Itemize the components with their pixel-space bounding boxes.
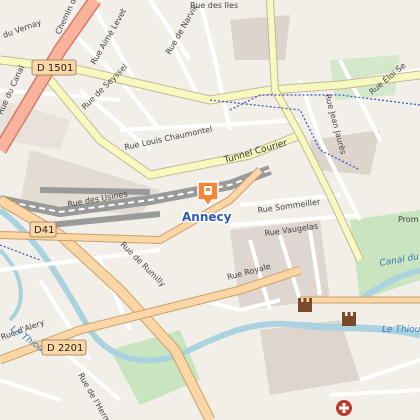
- street-label: Rue des Iles: [190, 1, 238, 10]
- road-shield-d1501: D 1501: [31, 59, 77, 76]
- svg-text:D 2201: D 2201: [47, 343, 83, 354]
- castle-icon[interactable]: [342, 312, 356, 326]
- map-canvas: Tunnel Courier Rue des Usines Rue Sommei…: [0, 0, 420, 420]
- station-label[interactable]: Annecy: [181, 209, 234, 226]
- building-block: [230, 15, 290, 60]
- water-label: Le Thiou: [382, 325, 420, 335]
- castle-icon[interactable]: [298, 298, 312, 312]
- hospital-icon[interactable]: [336, 400, 352, 416]
- road-shield-d41: D41: [29, 221, 57, 238]
- svg-text:D41: D41: [34, 225, 54, 236]
- map-view[interactable]: Tunnel Courier Rue des Usines Rue Sommei…: [0, 0, 420, 420]
- road-shield-d2201: D 2201: [41, 339, 87, 356]
- svg-text:D 1501: D 1501: [37, 63, 73, 74]
- street-label: Prom: [398, 215, 419, 224]
